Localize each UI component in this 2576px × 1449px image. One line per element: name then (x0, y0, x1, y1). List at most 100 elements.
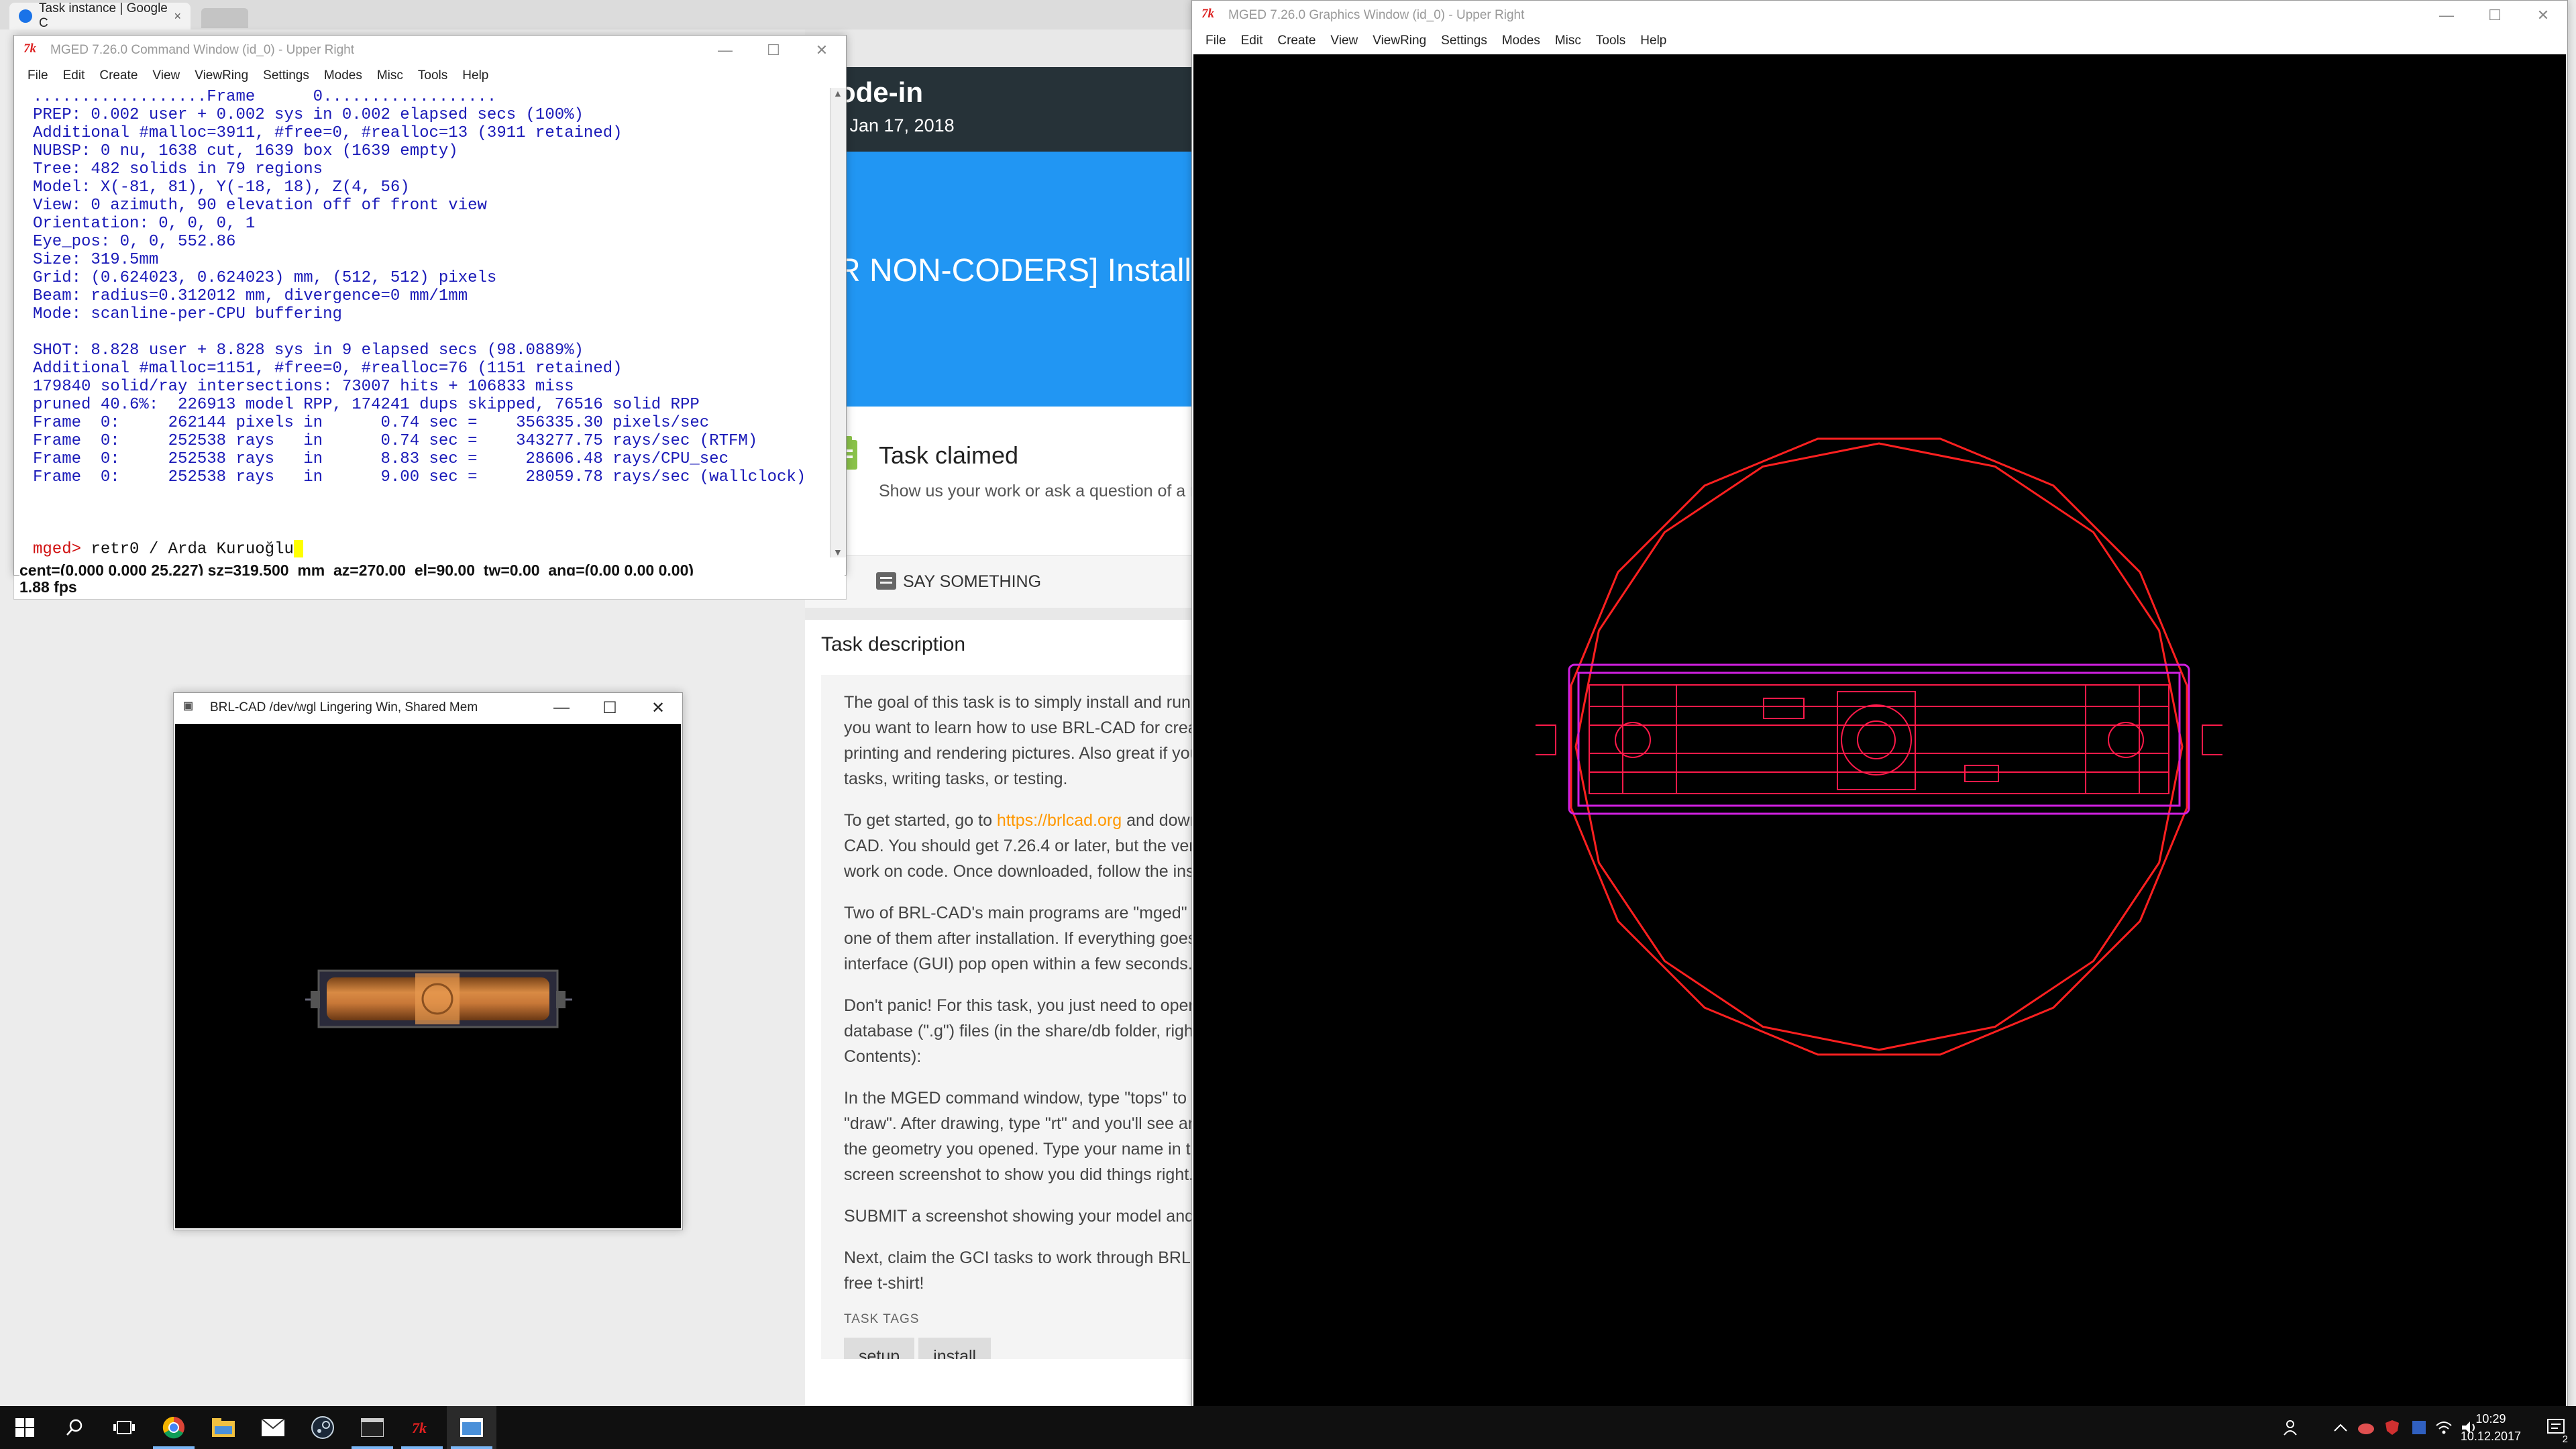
desc-line: the geometry you opened. Type your name … (844, 1140, 1194, 1159)
gci-task-page: ode-in - Jan 17, 2018 R NON-CODERS] Inst… (805, 30, 1204, 1406)
taskbar-steam[interactable] (298, 1406, 347, 1449)
command-window-titlebar[interactable]: 7k MGED 7.26.0 Command Window (id_0) - U… (14, 36, 846, 65)
wire-ring-inner (1574, 442, 2184, 1051)
action-center-button[interactable]: 2 (2546, 1406, 2569, 1449)
text-cursor (293, 540, 303, 557)
tk-logo-icon: 7k (1201, 7, 1214, 21)
mged-graphics-window[interactable]: 7k MGED 7.26.0 Graphics Window (id_0) - … (1191, 0, 2568, 1426)
gfx-menu-viewring[interactable]: ViewRing (1373, 34, 1426, 48)
desc-line: The goal of this task is to simply insta… (844, 693, 1194, 712)
wire-hub (1841, 704, 1912, 775)
maximize-button[interactable]: ☐ (2471, 1, 2519, 30)
close-icon[interactable]: × (174, 9, 181, 23)
gfx-menu-edit[interactable]: Edit (1241, 34, 1263, 48)
system-clock[interactable]: 10:29 10.12.2017 (2461, 1410, 2521, 1445)
output-line: Additional #malloc=1151, #free=0, #reall… (33, 360, 623, 378)
browser-tab[interactable]: Task instance | Google C × (9, 1, 191, 30)
tag-install[interactable]: install (918, 1338, 991, 1359)
gfx-menu-file[interactable]: File (1205, 34, 1226, 48)
minimize-button[interactable]: — (701, 36, 749, 65)
description-paragraph: SUBMIT a screenshot showing your model a… (844, 1203, 1194, 1229)
tray-overflow[interactable] (2333, 1406, 2348, 1449)
output-line: Frame 0: 262144 pixels in 0.74 sec = 356… (33, 414, 710, 432)
output-line: SHOT: 8.828 user + 8.828 sys in 9 elapse… (33, 341, 584, 360)
command-prompt-line[interactable]: mged> retr0 / Arda Kuruoğlu (33, 540, 303, 558)
taskbar-chrome[interactable] (149, 1406, 199, 1449)
cmd-menu-viewring[interactable]: ViewRing (195, 68, 248, 83)
taskbar-mail[interactable] (248, 1406, 298, 1449)
taskbar-file-explorer[interactable] (199, 1406, 248, 1449)
graphics-window-title: MGED 7.26.0 Graphics Window (id_0) - Upp… (1228, 8, 1525, 22)
task-view-button[interactable] (99, 1406, 149, 1449)
gfx-menu-settings[interactable]: Settings (1441, 34, 1487, 48)
wire-frame-outer (1568, 663, 2190, 815)
desc-line: Next, claim the GCI tasks to work throug… (844, 1248, 1194, 1267)
wireframe-canvas[interactable] (1193, 54, 2566, 1426)
tag-setup[interactable]: setup (844, 1338, 915, 1359)
cmd-menu-file[interactable]: File (28, 68, 48, 83)
output-line: Orientation: 0, 0, 0, 1 (33, 215, 256, 233)
command-output[interactable]: ..................Frame 0...............… (21, 88, 831, 557)
tray-app-1[interactable] (2357, 1406, 2375, 1449)
description-paragraph: Don't panic! For this task, you just nee… (844, 993, 1194, 1069)
say-something-button[interactable]: SAY SOMETHING (805, 555, 1194, 608)
search-button[interactable] (50, 1406, 99, 1449)
tray-people[interactable] (2284, 1406, 2301, 1449)
desc-line: screen screenshot to show you did things… (844, 1165, 1194, 1184)
command-input[interactable]: retr0 / Arda Kuruoğlu (81, 540, 293, 558)
output-line: Frame 0: 252538 rays in 8.83 sec = 28606… (33, 450, 729, 468)
raytraced-model (305, 969, 572, 1028)
rt-window-titlebar[interactable]: ▣ BRL-CAD /dev/wgl Lingering Win, Shared… (174, 693, 682, 722)
taskbar-console[interactable] (347, 1406, 397, 1449)
cmd-menu-help[interactable]: Help (462, 68, 488, 83)
taskbar-mged[interactable]: 7k (397, 1406, 447, 1449)
minimize-button[interactable]: — (537, 693, 586, 722)
new-tab-button[interactable] (201, 8, 248, 28)
cmd-menu-modes[interactable]: Modes (324, 68, 362, 83)
maximize-button[interactable]: ☐ (586, 693, 634, 722)
graphics-window-titlebar[interactable]: 7k MGED 7.26.0 Graphics Window (id_0) - … (1192, 1, 2567, 30)
taskbar: 7k 10:29 10.12.2017 2 (0, 1406, 2576, 1449)
wire-end-left (1536, 724, 1556, 755)
desc-line: free t-shirt! (844, 1274, 924, 1293)
close-button[interactable]: ✕ (798, 36, 846, 65)
tray-app-2[interactable] (2384, 1406, 2400, 1449)
output-line: Additional #malloc=3911, #free=0, #reall… (33, 124, 623, 142)
gfx-menu-view[interactable]: View (1330, 34, 1358, 48)
wire-end-right (2202, 724, 2222, 755)
wire-wheel-right (2108, 722, 2144, 758)
close-button[interactable]: ✕ (634, 693, 682, 722)
cmd-menu-misc[interactable]: Misc (377, 68, 403, 83)
chevron-up-icon (2334, 1424, 2347, 1432)
desc-line: CAD. You should get 7.26.4 or later, but… (844, 837, 1194, 855)
brlcad-link[interactable]: https://brlcad.org (997, 811, 1122, 830)
gfx-menu-create[interactable]: Create (1277, 34, 1316, 48)
taskbar-rt-window[interactable] (447, 1406, 496, 1449)
command-scrollbar[interactable] (830, 88, 846, 557)
rt-render-window[interactable]: ▣ BRL-CAD /dev/wgl Lingering Win, Shared… (173, 692, 683, 1230)
cmd-menu-tools[interactable]: Tools (418, 68, 447, 83)
gfx-menu-help[interactable]: Help (1640, 34, 1666, 48)
cmd-menu-create[interactable]: Create (99, 68, 138, 83)
rt-window-title: BRL-CAD /dev/wgl Lingering Win, Shared M… (210, 700, 478, 714)
task-banner: R NON-CODERS] Install a (805, 152, 1194, 407)
close-button[interactable]: ✕ (2519, 1, 2567, 30)
maximize-button[interactable]: ☐ (749, 36, 798, 65)
gfx-menu-misc[interactable]: Misc (1555, 34, 1581, 48)
gfx-menu-modes[interactable]: Modes (1502, 34, 1540, 48)
minimize-button[interactable]: — (2422, 1, 2471, 30)
clock-date: 10.12.2017 (2460, 1430, 2521, 1443)
tray-wifi[interactable] (2435, 1406, 2453, 1449)
start-button[interactable] (0, 1406, 50, 1449)
gfx-menu-tools[interactable]: Tools (1596, 34, 1625, 48)
chrome-icon (162, 1416, 184, 1439)
mged-command-window[interactable]: 7k MGED 7.26.0 Command Window (id_0) - U… (13, 35, 847, 582)
console-window-icon (361, 1418, 384, 1437)
cmd-menu-view[interactable]: View (152, 68, 180, 83)
cmd-menu-edit[interactable]: Edit (63, 68, 85, 83)
tray-app-3[interactable] (2411, 1406, 2427, 1449)
cmd-menu-settings[interactable]: Settings (263, 68, 309, 83)
output-line: Size: 319.5mm (33, 251, 159, 269)
fps-label: 1.88 fps (19, 578, 77, 596)
